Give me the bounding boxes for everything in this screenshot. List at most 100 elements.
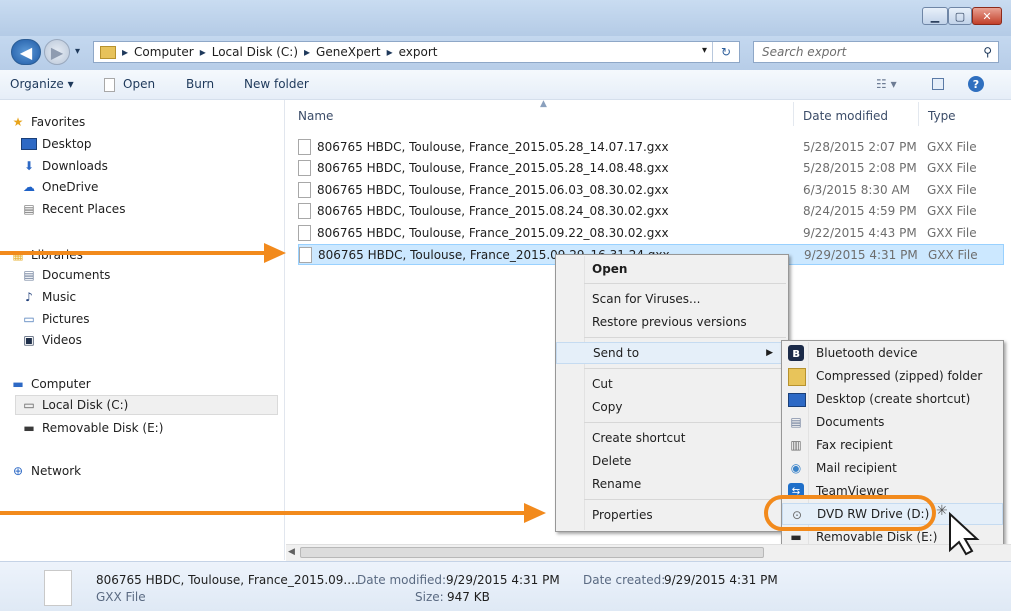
- column-divider[interactable]: [793, 102, 794, 126]
- file-type: GXX File: [927, 225, 977, 240]
- maximize-button[interactable]: ▢: [948, 7, 972, 25]
- burn-button[interactable]: Burn: [186, 77, 214, 91]
- forward-button[interactable]: ▶: [44, 39, 70, 65]
- chevron-right-icon: ▸: [386, 45, 393, 59]
- nav-item-label: Recent Places: [42, 202, 126, 216]
- file-row[interactable]: 806765 HBDC, Toulouse, France_2015.08.24…: [298, 200, 1004, 221]
- close-button[interactable]: ✕: [972, 7, 1002, 25]
- menu-item-properties[interactable]: Properties: [556, 504, 788, 526]
- nav-item-recent-places[interactable]: ▤ Recent Places: [21, 199, 125, 219]
- documents-icon: ▤: [23, 268, 35, 282]
- new-folder-button[interactable]: New folder: [244, 77, 309, 91]
- column-name[interactable]: Name: [298, 109, 333, 123]
- nav-item-downloads[interactable]: ⬇ Downloads: [21, 156, 108, 176]
- removable-disk-icon: ▬: [790, 530, 802, 544]
- menu-item-compressed-folder[interactable]: Compressed (zipped) folder: [782, 365, 1003, 387]
- file-type: GXX File: [927, 160, 977, 175]
- menu-item-open[interactable]: Open: [556, 258, 788, 280]
- annotation-arrow-line: [0, 511, 528, 515]
- breadcrumb-computer[interactable]: Computer: [134, 45, 194, 59]
- file-row[interactable]: 806765 HBDC, Toulouse, France_2015.05.28…: [298, 136, 1004, 157]
- organize-button[interactable]: Organize ▾: [10, 77, 74, 91]
- sparkle-icon: ✳: [936, 503, 948, 519]
- file-row[interactable]: 806765 HBDC, Toulouse, France_2015.09.22…: [298, 222, 1004, 243]
- breadcrumb-export[interactable]: export: [399, 45, 438, 59]
- back-button[interactable]: ◀: [11, 39, 41, 65]
- menu-item-documents[interactable]: ▤ Documents: [782, 411, 1003, 433]
- address-dropdown-icon[interactable]: ▾: [702, 45, 707, 56]
- search-icon[interactable]: ⚲: [983, 45, 992, 59]
- navigation-bar: ◀ ▶ ▾ ▸ Computer ▸ Local Disk (C:) ▸ Gen…: [0, 36, 1011, 70]
- nav-network[interactable]: ⊕ Network: [10, 461, 81, 481]
- menu-item-desktop-shortcut[interactable]: Desktop (create shortcut): [782, 388, 1003, 410]
- nav-libraries[interactable]: ▦ Libraries: [10, 245, 83, 265]
- menu-item-rename[interactable]: Rename: [556, 473, 788, 495]
- menu-item-delete[interactable]: Delete: [556, 450, 788, 472]
- nav-item-label: Local Disk (C:): [42, 398, 129, 412]
- file-type: GXX File: [927, 203, 977, 218]
- file-icon: [298, 202, 311, 219]
- menu-item-scan-for-viruses[interactable]: Scan for Viruses...: [556, 288, 788, 310]
- nav-item-desktop[interactable]: Desktop: [21, 134, 92, 154]
- computer-icon: ▬: [12, 377, 24, 391]
- chevron-right-icon: ▸: [199, 45, 206, 59]
- nav-item-local-disk[interactable]: ▭ Local Disk (C:): [15, 395, 278, 415]
- nav-item-onedrive[interactable]: ☁ OneDrive: [21, 177, 98, 197]
- annotation-arrowhead: [524, 503, 546, 523]
- breadcrumb-local-disk[interactable]: Local Disk (C:): [212, 45, 298, 59]
- sort-ascending-icon: ▲: [540, 99, 547, 109]
- nav-item-label: Pictures: [42, 312, 90, 326]
- recent-pages-dropdown[interactable]: ▾: [75, 46, 80, 57]
- open-button[interactable]: Open: [123, 77, 155, 91]
- column-date-modified[interactable]: Date modified: [803, 109, 888, 123]
- nav-item-removable-disk[interactable]: ▬ Removable Disk (E:): [21, 418, 163, 438]
- nav-favorites[interactable]: ★ Favorites: [10, 112, 86, 132]
- menu-item-label: Send to: [593, 346, 640, 360]
- column-divider[interactable]: [918, 102, 919, 126]
- minimize-button[interactable]: ▁: [922, 7, 948, 25]
- documents-icon: ▤: [790, 415, 802, 429]
- nav-item-videos[interactable]: ▣ Videos: [21, 330, 82, 350]
- preview-pane-icon[interactable]: [932, 78, 944, 90]
- file-row[interactable]: 806765 HBDC, Toulouse, France_2015.05.28…: [298, 157, 1004, 178]
- menu-separator: [584, 499, 786, 500]
- details-size: 947 KB: [447, 590, 490, 604]
- search-box[interactable]: Search export ⚲: [753, 41, 999, 63]
- menu-item-send-to[interactable]: Send to ▶: [556, 342, 788, 364]
- view-options-icon[interactable]: ☷ ▾: [876, 77, 897, 91]
- file-row[interactable]: 806765 HBDC, Toulouse, France_2015.06.03…: [298, 179, 1004, 200]
- nav-item-music[interactable]: ♪ Music: [21, 287, 76, 307]
- help-icon[interactable]: ?: [968, 76, 984, 92]
- refresh-icon[interactable]: ↻: [712, 42, 739, 62]
- scrollbar-thumb[interactable]: [300, 547, 764, 558]
- menu-item-fax-recipient[interactable]: ▥ Fax recipient: [782, 434, 1003, 456]
- nav-computer[interactable]: ▬ Computer: [10, 374, 91, 394]
- search-input[interactable]: Search export: [762, 45, 846, 59]
- file-type: GXX File: [928, 247, 978, 262]
- scroll-left-icon[interactable]: ◀: [288, 547, 295, 557]
- menu-item-bluetooth-device[interactable]: ʙ Bluetooth device: [782, 342, 1003, 364]
- menu-item-create-shortcut[interactable]: Create shortcut: [556, 427, 788, 449]
- bluetooth-icon: ʙ: [788, 345, 804, 361]
- details-file-name: 806765 HBDC, Toulouse, France_2015.09...…: [96, 573, 359, 587]
- column-type[interactable]: Type: [928, 109, 956, 123]
- horizontal-scrollbar[interactable]: ◀: [286, 544, 1011, 561]
- desktop-icon: [788, 393, 806, 407]
- menu-item-cut[interactable]: Cut: [556, 373, 788, 395]
- nav-computer-label: Computer: [31, 377, 91, 391]
- nav-item-documents[interactable]: ▤ Documents: [21, 265, 110, 285]
- menu-item-label: Bluetooth device: [816, 346, 918, 360]
- breadcrumb-genexpert[interactable]: GeneXpert: [316, 45, 381, 59]
- menu-item-label: Fax recipient: [816, 438, 893, 452]
- menu-item-mail-recipient[interactable]: ◉ Mail recipient: [782, 457, 1003, 479]
- menu-item-restore-previous-versions[interactable]: Restore previous versions: [556, 311, 788, 333]
- menu-item-copy[interactable]: Copy: [556, 396, 788, 418]
- mouse-cursor-icon: [949, 511, 980, 556]
- chevron-right-icon: ▸: [122, 45, 129, 59]
- file-date: 9/29/2015 4:31 PM: [804, 247, 918, 262]
- file-thumbnail-icon: [44, 570, 72, 606]
- address-bar[interactable]: ▸ Computer ▸ Local Disk (C:) ▸ GeneXpert…: [93, 41, 740, 63]
- nav-item-pictures[interactable]: ▭ Pictures: [21, 309, 90, 329]
- details-size-label: Size:: [415, 590, 444, 604]
- file-name: 806765 HBDC, Toulouse, France_2015.05.28…: [317, 139, 669, 154]
